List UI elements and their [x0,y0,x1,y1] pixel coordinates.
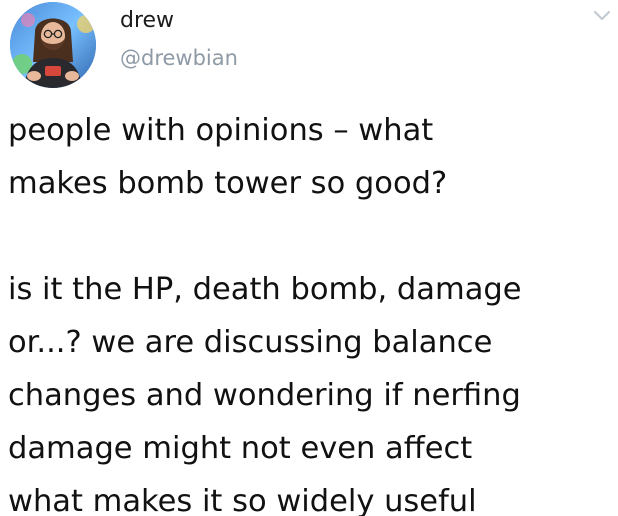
tweet-card: drew @drewbian people with opinions – wh… [0,0,618,516]
tweet-line: or...? we are discussing balance [8,325,493,360]
tweet-line: people with opinions – what [8,113,434,148]
tweet-paragraph: is it the HP, death bomb, damage or...? … [8,263,612,516]
avatar[interactable] [10,2,96,88]
tweet-line: is it the HP, death bomb, damage [8,272,522,307]
chevron-down-icon[interactable] [592,8,612,24]
tweet-paragraph: people with opinions – what makes bomb t… [8,104,612,210]
avatar-portrait-image [10,2,96,88]
display-name[interactable]: drew [120,8,174,34]
tweet-line: makes bomb tower so good? [8,166,448,201]
tweet-body: people with opinions – what makes bomb t… [8,104,612,516]
tweet-line: changes and wondering if nerfing [8,378,521,413]
username-handle[interactable]: @drewbian [120,46,238,71]
tweet-line: damage might not even affect [8,431,473,466]
tweet-line: what makes it so widely useful [8,484,477,516]
